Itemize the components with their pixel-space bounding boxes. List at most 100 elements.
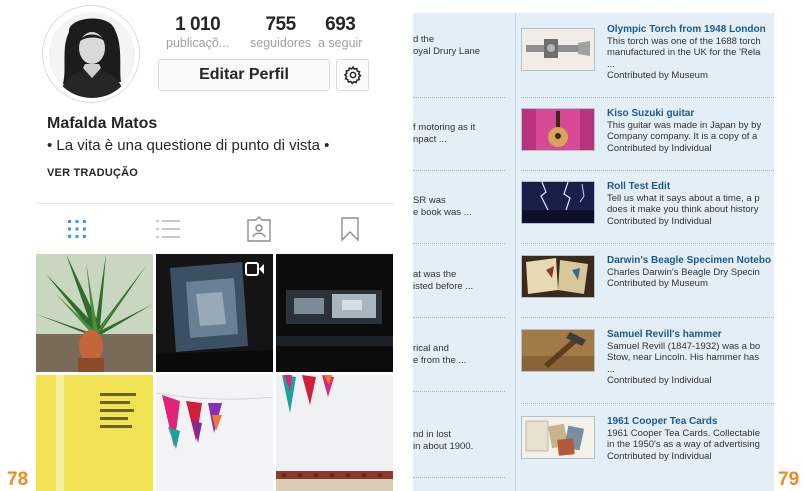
item-description: Company company. It is a copy of a: [607, 131, 758, 142]
item-text: Samuel Revill's hammer Samuel Revill (18…: [607, 329, 774, 387]
photo-yellow-paper[interactable]: [36, 375, 153, 491]
posts-label: publicaçõ...: [166, 36, 230, 50]
fragment-line: SR was: [413, 195, 446, 206]
photo-window-video[interactable]: [156, 254, 273, 372]
fragment-separator: [413, 477, 505, 478]
bunting-photo-image: [276, 375, 393, 491]
item-title-link[interactable]: Olympic Torch from 1948 London: [607, 24, 774, 36]
item-title-link[interactable]: Samuel Revill's hammer: [607, 329, 774, 341]
item-title-link[interactable]: Kiso Suzuki guitar: [607, 108, 774, 120]
item-text: Darwin's Beagle Specimen Notebo Charles …: [607, 255, 774, 290]
tab-saved[interactable]: [335, 215, 365, 243]
fragment-separator: [413, 170, 505, 171]
bunting-photo-image: [156, 375, 273, 491]
item-separator: [521, 317, 774, 318]
profile-bio: • La vita è una questione di punto di vi…: [47, 137, 330, 154]
item-description: manufactured in the UK for the 'Rela: [607, 47, 761, 58]
item-thumbnail[interactable]: [521, 329, 595, 372]
item-description: This guitar was made in Japan by by: [607, 119, 762, 131]
photo-plant[interactable]: [36, 254, 153, 372]
item-description: in the 1950's as a way of advertising: [607, 439, 760, 450]
item-separator: [521, 403, 774, 404]
following-stat[interactable]: 693 a seguir: [318, 14, 362, 50]
yellow-paper-photo-image: [36, 375, 153, 491]
fragment-text: d the oyal Drury Lane: [413, 34, 513, 58]
fragment-line: e from the ...: [413, 355, 467, 366]
tagged-icon: [247, 216, 271, 242]
item-thumbnail[interactable]: [521, 255, 595, 298]
profile-tabs: [36, 205, 394, 253]
fragment-line: oyal Drury Lane: [413, 46, 481, 57]
gear-icon: [343, 65, 362, 85]
avatar[interactable]: [42, 5, 140, 103]
item-text: 1961 Cooper Tea Cards 1961 Cooper Tea Ca…: [607, 416, 774, 462]
item-title-link[interactable]: Roll Test Edit: [607, 181, 774, 193]
fragment-line: nd in lost: [413, 429, 452, 440]
fragment-line: f motoring as it: [413, 122, 476, 133]
item-thumbnail[interactable]: [521, 181, 595, 224]
column-divider: [515, 13, 516, 491]
item-description: Charles Darwin's Beagle Dry Specin: [607, 266, 760, 278]
profile-name: Mafalda Matos: [47, 115, 158, 132]
photo-night-light[interactable]: [276, 254, 393, 372]
fragment-line: isted before ...: [413, 281, 474, 292]
tab-grid[interactable]: [62, 215, 92, 243]
fragment-text: f motoring as it npact ...: [413, 122, 513, 146]
posts-stat[interactable]: 1 010 publicaçõ...: [166, 14, 229, 50]
item-contributor: Contributed by Museum: [607, 278, 708, 289]
photo-bunting-1[interactable]: [156, 375, 273, 491]
fragment-separator: [413, 391, 505, 392]
item-description: This torch was one of the 1688 torch: [607, 35, 761, 47]
night-light-photo-image: [276, 254, 393, 372]
fragment-separator: [413, 317, 505, 318]
tabs-divider: [36, 203, 394, 204]
item-text: Olympic Torch from 1948 London This torc…: [607, 24, 774, 82]
tab-tagged[interactable]: [244, 215, 274, 243]
item-description: ...: [607, 363, 615, 375]
item-separator: [521, 97, 774, 98]
photo-bunting-2[interactable]: [276, 375, 393, 491]
item-thumbnail[interactable]: [521, 28, 595, 71]
instagram-profile-page: 1 010 publicaçõ... 755 seguidores 693 a …: [0, 0, 400, 491]
item-separator: [521, 170, 774, 171]
item-thumbnail[interactable]: [521, 416, 595, 459]
edit-profile-button[interactable]: Editar Perfil: [158, 59, 330, 91]
item-description: Samuel Revill (1847-1932) was a bo: [607, 340, 761, 352]
fragment-line: e book was ...: [413, 207, 472, 218]
grid-icon: [68, 220, 86, 238]
item-contributor: Contributed by Individual: [607, 450, 712, 462]
bookmark-icon: [341, 217, 359, 242]
torch-thumbnail-image: [522, 29, 594, 70]
fragment-separator: [413, 243, 505, 244]
fragment-text: SR was e book was ...: [413, 195, 513, 219]
item-thumbnail[interactable]: [521, 108, 595, 151]
list-icon: [156, 220, 180, 238]
followers-stat[interactable]: 755 seguidores: [250, 14, 311, 50]
avatar-portrait-image: [49, 12, 135, 98]
following-count: 693: [325, 14, 356, 35]
notebook-thumbnail-image: [522, 256, 594, 297]
item-contributor: Contributed by Individual: [607, 215, 712, 227]
item-title-link[interactable]: 1961 Cooper Tea Cards: [607, 416, 774, 428]
page-number-left: 78: [7, 469, 29, 490]
fragment-line: d the: [413, 34, 435, 45]
item-title-link[interactable]: Darwin's Beagle Specimen Notebo: [607, 255, 774, 267]
hammer-thumbnail-image: [522, 330, 594, 371]
museum-listing-page: d the oyal Drury Lane f motoring as it n…: [413, 13, 774, 491]
lightning-thumbnail-image: [522, 182, 594, 223]
settings-button[interactable]: [336, 59, 369, 91]
item-description: Stow, near Lincoln. His hammer has: [607, 352, 760, 363]
page-number-right: 79: [778, 469, 800, 490]
fragment-text: nd in lost in about 1900.: [413, 429, 513, 453]
see-translation-link[interactable]: VER TRADUÇÃO: [47, 167, 138, 179]
item-contributor: Contributed by Museum: [607, 70, 708, 81]
video-camera-icon: [245, 262, 264, 276]
following-label: a seguir: [318, 36, 363, 50]
fragment-text: at was the isted before ...: [413, 269, 513, 293]
fragment-separator: [413, 97, 505, 98]
fragment-line: in about 1900.: [413, 441, 474, 452]
item-description: 1961 Cooper Tea Cards. Collectable: [607, 427, 760, 439]
followers-label: seguidores: [250, 36, 312, 50]
tab-list[interactable]: [153, 215, 183, 243]
fragment-line: rical and: [413, 343, 449, 354]
